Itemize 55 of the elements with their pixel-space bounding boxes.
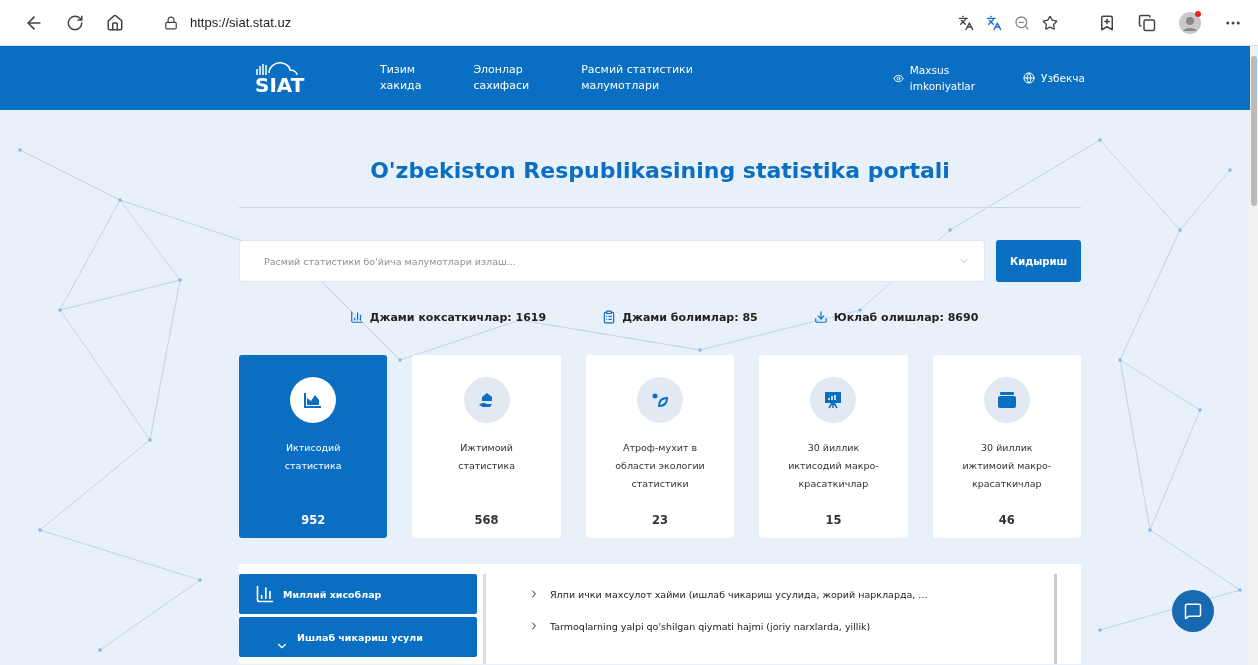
folder-stack-icon (996, 391, 1017, 409)
nav-link[interactable]: Расмий статистики малумотлари (581, 62, 693, 94)
clipboard-icon (602, 310, 617, 324)
globe-icon (1023, 72, 1036, 84)
chat-button[interactable] (1172, 590, 1214, 632)
card-label: Ижтимоий статистика (458, 441, 515, 473)
card-count: 15 (825, 513, 842, 527)
eye-icon (892, 72, 904, 84)
category-card[interactable]: 30 йиллик иктисодий макро- красаткичлар 15 (759, 355, 908, 538)
lock-icon (164, 15, 178, 30)
siat-logo[interactable]: SIAT (255, 61, 380, 95)
search-button[interactable]: Кидыриш (996, 240, 1081, 282)
card-count: 952 (301, 513, 326, 527)
indicator-link[interactable]: Ялпи ички махсулот хайми (ишлаб чикариш усулида, жорий наркларда, ... (528, 588, 928, 600)
card-label: 30 йиллик ижтимоий макро- красаткичлар (962, 441, 1052, 491)
download-icon (813, 310, 828, 324)
page-title: O'zbekiston Respublikasining statistika portali (369, 158, 951, 183)
favorites-icon[interactable] (1098, 13, 1116, 32)
category-card[interactable]: Ижтимоий статистика 568 (412, 355, 561, 538)
zoom-out-icon[interactable] (1014, 14, 1030, 31)
profile-avatar-icon[interactable] (1178, 10, 1202, 35)
chat-icon (1184, 602, 1202, 620)
card-count: 568 (474, 513, 499, 527)
card-count: 46 (998, 513, 1015, 527)
card-label: Иктисодий статистика (284, 441, 342, 473)
category-card[interactable]: Атроф-мухит в области экологии статистики 23 (585, 355, 735, 538)
sidebar-item[interactable]: Миллий хисоблар (239, 574, 477, 614)
scrollbar-thumb[interactable] (1251, 56, 1257, 206)
url-text: https://siat.stat.uz (190, 15, 292, 30)
stat-text: Джами болимлар: 85 (622, 310, 758, 324)
stat-text: Джами коксаткичлар: 1619 (369, 310, 547, 324)
category-card[interactable]: 30 йиллик ижтимоий макро- красаткичлар 46 (932, 355, 1082, 538)
nav-link[interactable]: Элонлар сахифаси (473, 62, 530, 94)
search-input[interactable]: Расмий статистики бо'йича малумотлари излаш... (262, 254, 958, 268)
favorite-icon[interactable] (1042, 14, 1058, 31)
report-icon (255, 584, 275, 604)
leaf-icon (651, 391, 669, 409)
nav-link[interactable]: Тизим хакида (380, 62, 422, 94)
accessibility-link[interactable]: Maxsus imkoniyatlar (892, 62, 976, 94)
home-icon[interactable] (106, 13, 124, 32)
translate-icon[interactable] (986, 14, 1002, 31)
reload-icon[interactable] (66, 13, 84, 32)
search-field[interactable]: Расмий статистики бо'йича малумотлари излаш... (239, 240, 985, 282)
chart-icon (349, 310, 364, 324)
stat-text: Юклаб олишлар: 8690 (833, 310, 979, 324)
collections-icon[interactable] (1138, 13, 1156, 32)
area-chart-icon (304, 392, 323, 408)
presentation-board-icon (824, 391, 843, 409)
card-label: Атроф-мухит в области экологии статистики (615, 441, 705, 491)
card-label: 30 йиллик иктисодий макро- красаткичлар (788, 441, 879, 491)
card-count: 23 (652, 513, 668, 527)
language-selector[interactable]: Узбекча (1023, 70, 1085, 86)
category-card[interactable]: Иктисодий статистика 952 (239, 355, 388, 538)
indicator-link[interactable]: Tarmoqlarning yalpi qo'shilgan qiymati hajmi (joriy narxlarda, yillik) (528, 620, 871, 632)
sidebar-item[interactable]: Ишлаб чикариш усули (239, 617, 477, 657)
